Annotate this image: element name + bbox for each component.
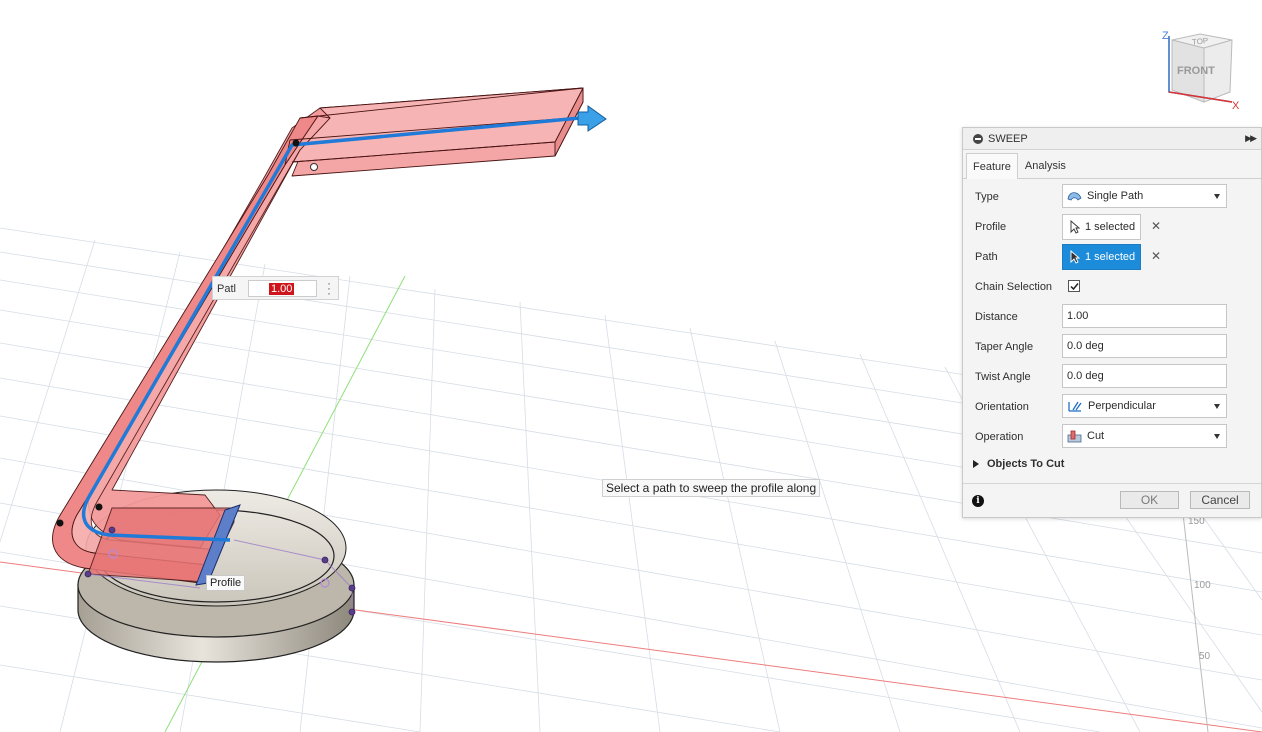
cancel-button[interactable]: Cancel	[1190, 491, 1250, 509]
orientation-label: Orientation	[975, 401, 1029, 413]
single-path-icon	[1067, 192, 1082, 201]
objects-to-cut-toggle[interactable]: Objects To Cut	[973, 458, 1064, 470]
perpendicular-icon	[1068, 401, 1082, 412]
row-taper-angle: Taper Angle 0.0 deg	[963, 332, 1261, 362]
distance-input[interactable]: 1.00	[1062, 304, 1227, 328]
row-distance: Distance 1.00	[963, 302, 1261, 332]
profile-label: Profile	[975, 221, 1007, 233]
viewcube-front-label: FRONT	[1177, 65, 1215, 77]
path-endpoint	[95, 503, 103, 511]
path-clear-icon[interactable]: ✕	[1151, 250, 1161, 262]
more-options-icon[interactable]: · · ·	[326, 277, 332, 299]
row-operation: Operation Cut	[963, 422, 1261, 452]
tab-analysis[interactable]: Analysis	[1018, 153, 1073, 178]
dialog-header[interactable]: SWEEP ▶▶	[963, 128, 1261, 150]
row-profile: Profile 1 selected ✕	[963, 212, 1261, 242]
tab-feature[interactable]: Feature	[966, 153, 1018, 179]
row-chain-selection: Chain Selection	[963, 272, 1261, 302]
collapse-icon[interactable]	[973, 133, 983, 144]
taper-angle-input[interactable]: 0.0 deg	[1062, 334, 1227, 358]
profile-clear-icon[interactable]: ✕	[1151, 220, 1161, 232]
viewcube[interactable]: TOP FRONT Z X	[1162, 30, 1240, 112]
select-arrow-icon	[1070, 220, 1080, 234]
type-dropdown[interactable]: Single Path	[1062, 184, 1227, 208]
path-distance-manipulator[interactable]: Patl 1.00 · · ·	[212, 276, 339, 300]
chevron-down-icon	[1214, 194, 1220, 199]
info-icon[interactable]: i	[972, 495, 984, 507]
type-label: Type	[975, 191, 999, 203]
profile-value: 1 selected	[1085, 221, 1136, 233]
viewcube-z-axis: Z	[1162, 30, 1169, 42]
manipulator-value: 1.00	[269, 283, 295, 295]
twist-angle-label: Twist Angle	[975, 371, 1031, 383]
path-value: 1 selected	[1085, 251, 1136, 263]
dialog-footer: i OK Cancel	[963, 483, 1261, 518]
row-twist-angle: Twist Angle 0.0 deg	[963, 362, 1261, 392]
profile-select-button[interactable]: 1 selected	[1062, 214, 1141, 240]
orientation-value: Perpendicular	[1088, 400, 1156, 412]
status-hint: Select a path to sweep the profile along	[602, 479, 821, 497]
sweep-path-curve[interactable]	[81, 116, 581, 542]
row-path: Path 1 selected ✕	[963, 242, 1261, 272]
chevron-down-icon	[1214, 404, 1220, 409]
distance-label: Distance	[975, 311, 1018, 323]
operation-value: Cut	[1087, 430, 1105, 442]
row-type: Type Single Path	[963, 182, 1261, 212]
operation-dropdown[interactable]: Cut	[1062, 424, 1227, 448]
objects-to-cut-label: Objects To Cut	[987, 458, 1065, 470]
viewcube-top-label: TOP	[1192, 36, 1209, 47]
type-value: Single Path	[1087, 190, 1144, 202]
ruler-label-50: 50	[1199, 651, 1211, 662]
taper-angle-label: Taper Angle	[975, 341, 1034, 353]
select-arrow-icon	[1070, 250, 1080, 264]
path-label: Path	[975, 251, 998, 263]
path-endpoint	[56, 519, 64, 527]
sweep-dialog: SWEEP ▶▶ Feature Analysis Type Single Pa…	[962, 127, 1262, 518]
dialog-tabs: Feature Analysis	[963, 150, 1261, 179]
twist-angle-input[interactable]: 0.0 deg	[1062, 364, 1227, 388]
row-orientation: Orientation Perpendicular	[963, 392, 1261, 422]
chain-selection-label: Chain Selection	[975, 281, 1053, 293]
chain-selection-checkbox[interactable]	[1068, 280, 1080, 292]
viewcube-x-axis: X	[1232, 100, 1240, 112]
checkmark-icon	[1070, 283, 1079, 291]
ok-button[interactable]: OK	[1120, 491, 1179, 509]
ruler-line	[1181, 504, 1209, 732]
path-direction-arrow[interactable]	[577, 105, 607, 132]
path-select-button[interactable]: 1 selected	[1062, 244, 1141, 270]
manipulator-value-input[interactable]: 1.00	[248, 280, 317, 297]
chevron-down-icon	[1214, 434, 1220, 439]
ruler-label-100: 100	[1194, 580, 1211, 591]
cut-icon	[1067, 430, 1082, 442]
orientation-dropdown[interactable]: Perpendicular	[1062, 394, 1227, 418]
dialog-title: SWEEP	[988, 132, 1028, 145]
path-midpoint	[310, 163, 318, 171]
profile-tag: Profile	[206, 575, 246, 591]
operation-label: Operation	[975, 431, 1024, 443]
expand-triangle-icon	[973, 460, 979, 468]
expand-icon[interactable]: ▶▶	[1245, 133, 1257, 144]
manipulator-label: Patl	[217, 283, 236, 295]
path-endpoint	[292, 139, 300, 147]
